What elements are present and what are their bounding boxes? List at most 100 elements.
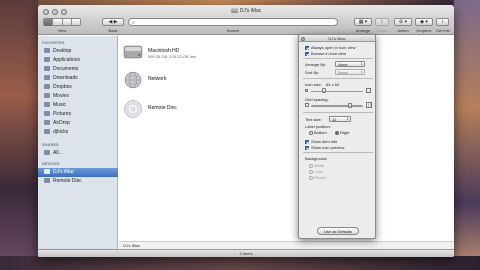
show-item-info-checkbox[interactable] — [305, 139, 309, 144]
bg-white-option[interactable]: White — [309, 163, 324, 168]
icon-size-slider-knob[interactable] — [322, 88, 326, 93]
sidebar-item-desktop[interactable]: Desktop — [38, 47, 118, 56]
bg-picture-option[interactable]: Picture — [309, 175, 326, 180]
dropbox-button[interactable]: ◆ ▾ — [415, 18, 433, 26]
pictures-icon — [44, 111, 50, 117]
item-info: 999.35 GB, 576.23 GB free — [148, 54, 197, 59]
dropbox-label: Dropbox — [416, 28, 432, 33]
chevron-updown-icon: ⇕ — [360, 70, 363, 74]
bg-picture-text: Picture — [314, 175, 327, 180]
label-right-option[interactable]: Right — [335, 130, 349, 135]
arrange-by-select[interactable]: None ⇕ — [335, 61, 365, 67]
share-label: Share — [376, 28, 388, 33]
panel-titlebar: DJ's iMac — [299, 35, 375, 42]
sidebar-item-label: Dropbox — [53, 84, 72, 90]
desktop-wallpaper-bottom — [0, 256, 480, 270]
bg-color-radio[interactable] — [309, 169, 313, 174]
get-info-button[interactable]: i — [436, 18, 449, 26]
bg-color-text: Color — [314, 169, 324, 174]
sidebar-item-airdrop[interactable]: AirDrop — [38, 119, 118, 128]
show-icon-preview-checkbox[interactable] — [305, 145, 309, 150]
bg-white-text: White — [314, 163, 325, 168]
use-as-defaults-button[interactable]: Use as Defaults — [317, 227, 359, 235]
sidebar-item-label: Downloads — [53, 75, 78, 81]
path-item[interactable]: DJ's iMac — [123, 243, 140, 248]
icon-size-slider[interactable] — [311, 90, 363, 92]
grid-spacing-slider[interactable] — [311, 105, 363, 107]
sidebar-item-remote-disc[interactable]: Remote Disc — [38, 177, 118, 186]
always-open-row[interactable]: Always open in icon view — [305, 45, 355, 50]
coverflow-view-button[interactable] — [73, 19, 82, 26]
bg-picture-radio[interactable] — [309, 175, 313, 180]
sidebar-item-all[interactable]: All... — [38, 149, 118, 158]
sidebar-item-pictures[interactable]: Pictures — [38, 110, 118, 119]
movies-icon — [44, 93, 50, 99]
action-button[interactable]: ⚙ ▾ — [394, 18, 412, 26]
label-bottom-text: Bottom — [314, 130, 327, 135]
divider — [303, 58, 373, 59]
arrange-label: Arrange — [355, 28, 371, 33]
favorites-header: FAVORITES — [42, 40, 65, 45]
label-position-label: Label position: — [305, 124, 331, 129]
column-view-button[interactable] — [63, 19, 72, 26]
content-area: Macintosh HD 999.35 GB, 576.23 GB free N… — [119, 36, 454, 249]
network-icon — [44, 150, 50, 156]
list-item-remote-disc[interactable]: Remote Disc — [123, 99, 273, 123]
remote-disc-icon — [44, 178, 50, 184]
show-icon-preview-label: Show icon preview — [311, 145, 345, 150]
back-arrow-icon[interactable]: ◀ — [108, 19, 112, 25]
imac-icon — [230, 8, 238, 14]
show-icon-preview-row[interactable]: Show icon preview — [305, 145, 344, 150]
sidebar-item-dropbox[interactable]: Dropbox — [38, 83, 118, 92]
sidebar-item-label: Music — [53, 102, 67, 108]
list-item-macintosh-hd[interactable]: Macintosh HD 999.35 GB, 576.23 GB free — [123, 42, 273, 66]
icon-size-value: 64 x 64 — [326, 82, 340, 87]
back-label: Back — [108, 28, 118, 33]
chevron-updown-icon: ⇕ — [346, 117, 349, 121]
grid-spacing-slider-knob[interactable] — [348, 102, 352, 108]
arrange-by-value: None — [338, 62, 348, 67]
window-titlebar: DJ's iMac View ◀ ▶ Back ⌕ Search ▦ ▾ Arr… — [38, 5, 454, 35]
bg-white-radio[interactable] — [309, 163, 313, 168]
divider — [303, 78, 373, 79]
show-item-info-row[interactable]: Show item info — [305, 139, 337, 144]
sidebar-item-label: Pictures — [53, 111, 72, 117]
always-open-checkbox[interactable] — [305, 45, 309, 50]
sidebar-item-music[interactable]: Music — [38, 101, 118, 110]
browse-checkbox[interactable] — [305, 51, 309, 56]
browse-row[interactable]: Browse in icon view — [305, 51, 346, 56]
sidebar-item-djs-imac[interactable]: DJ's iMac — [38, 168, 118, 177]
grid-small-icon — [305, 103, 309, 107]
background-label: Background: — [305, 156, 328, 161]
arrange-button[interactable]: ▦ ▾ — [354, 18, 372, 26]
sort-by-label: Sort By: — [305, 70, 320, 75]
applications-icon — [44, 57, 50, 63]
icon-size-label: Icon size: — [305, 82, 322, 87]
bg-color-option[interactable]: Color — [309, 169, 324, 174]
sidebar-item-downloads[interactable]: Downloads — [38, 74, 118, 83]
sort-by-select[interactable]: None ⇕ — [335, 69, 365, 75]
sidebar-item-djhicks[interactable]: djhicks — [38, 128, 118, 137]
text-size-select[interactable]: 12 ⇕ — [329, 116, 351, 122]
text-size-label: Text size: — [305, 117, 322, 122]
sidebar-item-movies[interactable]: Movies — [38, 92, 118, 101]
sidebar-item-label: DJ's iMac — [53, 169, 75, 175]
list-view-button[interactable] — [54, 19, 63, 26]
share-button[interactable]: ⇪ — [375, 18, 389, 26]
sidebar-item-label: All... — [53, 150, 63, 156]
browse-label: Browse in icon view — [311, 51, 347, 56]
list-item-network[interactable]: Network — [123, 70, 273, 94]
grid-large-icon — [366, 102, 372, 108]
icon-view-button[interactable] — [44, 19, 53, 26]
sort-by-value: None — [338, 70, 348, 75]
item-name: Network — [148, 76, 167, 82]
search-input[interactable]: ⌕ — [128, 18, 338, 26]
label-right-radio[interactable] — [335, 130, 339, 135]
forward-arrow-icon[interactable]: ▶ — [114, 19, 118, 25]
home-icon — [44, 129, 50, 135]
label-bottom-radio[interactable] — [309, 130, 313, 135]
airdrop-icon — [44, 120, 50, 126]
sidebar-item-documents[interactable]: Documents — [38, 65, 118, 74]
label-bottom-option[interactable]: Bottom — [309, 130, 327, 135]
sidebar-item-applications[interactable]: Applications — [38, 56, 118, 65]
